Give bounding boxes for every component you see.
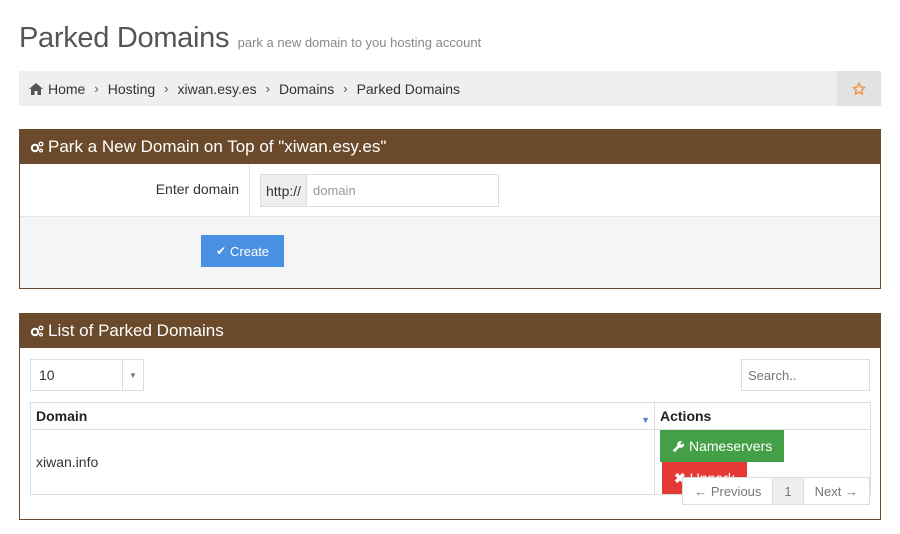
column-header-domain[interactable]: Domain ▼: [30, 402, 655, 430]
breadcrumb-home[interactable]: Home: [29, 81, 85, 97]
domain-cell: xiwan.info: [30, 429, 655, 495]
cogs-icon: [30, 325, 44, 337]
breadcrumb-home-label: Home: [48, 80, 86, 97]
parked-domains-panel-title: List of Parked Domains: [48, 321, 224, 340]
park-domain-panel: Park a New Domain on Top of "xiwan.esy.e…: [19, 129, 881, 289]
cogs-icon: [30, 141, 44, 153]
pagination-page[interactable]: 1: [773, 477, 804, 505]
enter-domain-label: Enter domain: [20, 164, 250, 216]
create-button-label: Create: [230, 243, 270, 259]
table-header-row: Domain ▼ Actions: [30, 402, 871, 430]
enter-domain-row: Enter domain http://: [20, 164, 880, 217]
create-button[interactable]: ✔ Create: [201, 235, 284, 267]
breadcrumb-separator: ›: [265, 81, 270, 96]
page-length-select[interactable]: 10 ▼: [30, 359, 144, 391]
column-header-actions: Actions: [654, 402, 871, 430]
pagination-previous[interactable]: ← Previous: [682, 477, 774, 505]
domain-input[interactable]: [306, 174, 500, 207]
star-icon: [852, 82, 866, 95]
breadcrumb: Home › Hosting › xiwan.esy.es › Domains …: [19, 71, 881, 106]
breadcrumb-separator: ›: [94, 81, 99, 96]
breadcrumb-separator: ›: [343, 81, 348, 96]
page-title-text: Parked Domains: [19, 22, 230, 54]
home-icon: [29, 82, 43, 95]
park-domain-panel-header: Park a New Domain on Top of "xiwan.esy.e…: [20, 130, 880, 164]
breadcrumb-separator: ›: [164, 81, 169, 96]
breadcrumb-hosting[interactable]: Hosting: [108, 81, 155, 97]
parked-domains-panel: List of Parked Domains 10 ▼ Domain ▼ Act…: [19, 313, 881, 520]
breadcrumb-account[interactable]: xiwan.esy.es: [178, 81, 257, 97]
breadcrumb-current: Parked Domains: [356, 80, 461, 97]
favorite-button[interactable]: [837, 71, 881, 106]
breadcrumb-domains[interactable]: Domains: [279, 81, 334, 97]
search-input[interactable]: [741, 359, 870, 391]
park-domain-form-footer: ✔ Create: [20, 217, 880, 288]
wrench-icon: [672, 440, 685, 452]
check-icon: ✔: [215, 244, 227, 258]
pagination: ← Previous 1 Next →: [682, 477, 870, 505]
page-subtitle: park a new domain to you hosting account: [237, 35, 482, 50]
http-prefix: http://: [260, 174, 307, 207]
pagination-next[interactable]: Next →: [803, 477, 870, 505]
page-length-value: 10: [39, 367, 55, 383]
nameservers-button[interactable]: Nameservers: [660, 430, 785, 462]
park-domain-panel-title: Park a New Domain on Top of "xiwan.esy.e…: [48, 137, 387, 156]
nameservers-button-label: Nameservers: [689, 438, 773, 454]
sort-desc-icon: ▼: [641, 415, 650, 425]
column-header-domain-label: Domain: [36, 408, 88, 424]
chevron-down-icon: ▼: [122, 360, 143, 390]
domain-input-group: http://: [260, 174, 500, 207]
page-title: Parked Domains park a new domain to you …: [19, 22, 481, 55]
parked-domains-panel-header: List of Parked Domains: [20, 314, 880, 348]
